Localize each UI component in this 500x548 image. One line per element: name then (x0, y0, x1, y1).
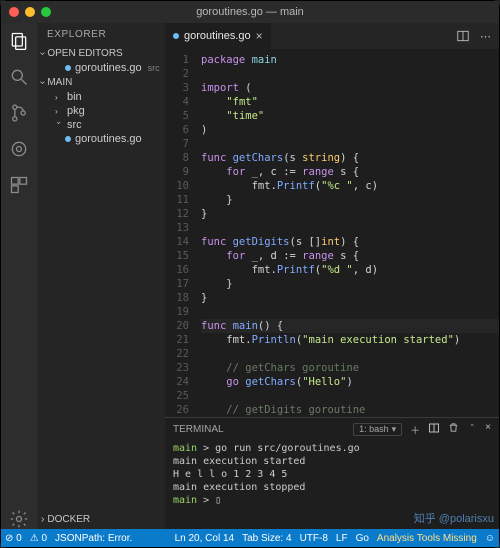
debug-icon[interactable] (9, 139, 29, 159)
status-jsonpath[interactable]: JSONPath: Error. (55, 533, 132, 544)
open-editor-item[interactable]: goroutines.go src (37, 61, 165, 75)
status-go-tools[interactable]: Analysis Tools Missing (377, 533, 477, 544)
terminal-tab[interactable]: TERMINAL (173, 424, 224, 435)
code-editor[interactable]: 1234567891011121314151617181920212223242… (165, 49, 499, 417)
split-terminal-icon[interactable] (428, 422, 440, 437)
maximize-panel-icon[interactable]: ＾ (467, 422, 477, 437)
open-editors-section[interactable]: OPEN EDITORS (37, 46, 165, 61)
workspace-section[interactable]: MAIN (37, 75, 165, 90)
activity-bar (1, 23, 37, 529)
tab-bar: goroutines.go × ⋯ (165, 23, 499, 49)
window-controls (9, 7, 51, 17)
folder-bin[interactable]: ›bin (37, 90, 165, 104)
new-terminal-icon[interactable]: ＋ (410, 422, 420, 437)
folder-src[interactable]: ›src (37, 118, 165, 132)
extensions-icon[interactable] (9, 175, 29, 195)
status-position[interactable]: Ln 20, Col 14 (175, 533, 235, 544)
tab-goroutines[interactable]: goroutines.go × (165, 23, 272, 49)
zoom-window-icon[interactable] (41, 7, 51, 17)
chevron-down-icon: ▾ (392, 424, 397, 435)
status-bar: ⊘ 0 ⚠ 0 JSONPath: Error. Ln 20, Col 14 T… (1, 529, 499, 547)
status-eol[interactable]: LF (336, 533, 348, 544)
docker-section[interactable]: DOCKER (37, 510, 165, 529)
kill-terminal-icon[interactable] (448, 422, 459, 437)
titlebar: goroutines.go — main (1, 1, 499, 23)
explorer-sidebar: EXPLORER OPEN EDITORS goroutines.go src … (37, 23, 165, 529)
split-editor-icon[interactable] (456, 29, 470, 43)
go-file-icon (65, 65, 71, 71)
code-body[interactable]: package mainimport ( "fmt" "time")func g… (195, 49, 499, 417)
line-gutter: 1234567891011121314151617181920212223242… (165, 49, 195, 417)
close-window-icon[interactable] (9, 7, 19, 17)
source-control-icon[interactable] (9, 103, 29, 123)
tab-label: goroutines.go (184, 30, 251, 42)
minimize-window-icon[interactable] (25, 7, 35, 17)
close-panel-icon[interactable]: × (485, 422, 491, 437)
settings-icon[interactable] (9, 509, 29, 529)
more-icon[interactable]: ⋯ (480, 30, 491, 43)
status-indent[interactable]: Tab Size: 4 (242, 533, 291, 544)
go-file-icon (173, 33, 179, 39)
open-editor-hint: src (148, 63, 160, 73)
status-language[interactable]: Go (356, 533, 369, 544)
window-title: goroutines.go — main (1, 6, 499, 18)
explorer-icon[interactable] (9, 31, 29, 51)
search-icon[interactable] (9, 67, 29, 87)
terminal-panel: TERMINAL 1: bash▾ ＋ ＾ × main > go run sr… (165, 417, 499, 529)
file-goroutines[interactable]: goroutines.go (37, 132, 165, 146)
terminal-body[interactable]: main > go run src/goroutines.gomain exec… (165, 440, 499, 529)
status-encoding[interactable]: UTF-8 (300, 533, 328, 544)
editor-group: goroutines.go × ⋯ 1234567891011121314151… (165, 23, 499, 529)
close-icon[interactable]: × (256, 29, 263, 43)
open-editor-name: goroutines.go (75, 62, 142, 74)
folder-pkg[interactable]: ›pkg (37, 104, 165, 118)
go-file-icon (65, 136, 71, 142)
status-errors[interactable]: ⊘ 0 (5, 533, 22, 544)
status-feedback-icon[interactable]: ☺ (485, 533, 495, 544)
sidebar-title: EXPLORER (37, 23, 165, 46)
terminal-selector[interactable]: 1: bash▾ (353, 423, 402, 436)
status-warnings[interactable]: ⚠ 0 (30, 533, 47, 544)
